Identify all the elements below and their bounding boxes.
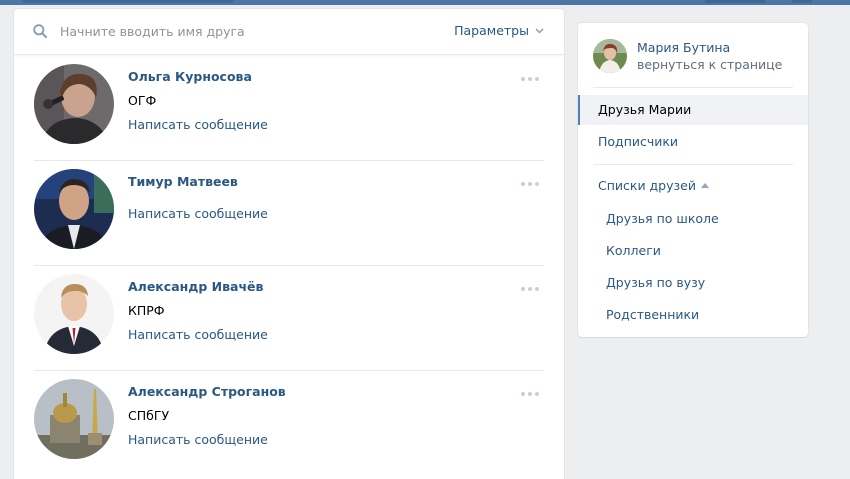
friend-row: Александр Ивачёв КПРФ Написать сообщение [34,266,544,371]
friend-row: Ольга Курносова ОГФ Написать сообщение [34,56,544,161]
friend-list-colleagues[interactable]: Коллеги [578,237,808,265]
friend-row: Тимур Матвеев Написать сообщение [34,161,544,266]
search-icon [33,24,47,38]
friends-search-bar: Параметры [14,9,564,55]
more-dots-icon[interactable] [520,286,540,292]
sidebar-item-subscribers[interactable]: Подписчики [578,127,808,157]
friend-avatar[interactable] [34,379,114,459]
owner-name[interactable]: Мария Бутина [637,40,730,55]
friend-row: Александр Строганов СПбГУ Написать сообщ… [34,371,544,475]
friend-name[interactable]: Александр Ивачёв [128,279,263,294]
chevron-down-icon [535,28,544,33]
sidebar-item-friends[interactable]: Друзья Марии [578,95,808,125]
back-to-page-link[interactable]: вернуться к странице [637,57,782,72]
friend-name[interactable]: Тимур Матвеев [128,174,238,189]
friend-avatar[interactable] [34,169,114,249]
friend-name[interactable]: Ольга Курносова [128,69,252,84]
search-input[interactable] [60,21,420,41]
friend-list-relatives[interactable]: Родственники [578,301,808,329]
write-message-link[interactable]: Написать сообщение [128,206,268,221]
write-message-link[interactable]: Написать сообщение [128,117,268,132]
more-dots-icon[interactable] [520,181,540,187]
friend-lists-toggle[interactable]: Списки друзей [598,178,709,193]
params-label: Параметры [454,23,529,38]
friend-name[interactable]: Александр Строганов [128,384,286,399]
write-message-link[interactable]: Написать сообщение [128,432,268,447]
friend-subtitle: ОГФ [128,93,157,108]
header-search-field[interactable] [22,0,234,3]
header-menu-item[interactable] [705,0,765,3]
divider [593,164,793,165]
friend-avatar[interactable] [34,64,114,144]
friend-subtitle: СПбГУ [128,408,170,423]
friend-subtitle: КПРФ [128,303,165,318]
header-menu-toggle[interactable] [792,0,812,3]
friend-list-school[interactable]: Друзья по школе [578,205,808,233]
friend-avatar[interactable] [34,274,114,354]
params-dropdown[interactable]: Параметры [454,23,544,38]
owner-avatar[interactable] [593,39,627,73]
friend-lists-label: Списки друзей [598,178,696,193]
caret-up-icon [700,183,709,188]
friend-list-university[interactable]: Друзья по вузу [578,269,808,297]
friends-list-panel: Параметры Ольга Курносова ОГФ Написать с… [14,9,564,479]
more-dots-icon[interactable] [520,76,540,82]
write-message-link[interactable]: Написать сообщение [128,327,268,342]
top-navigation-bar [0,0,850,5]
more-dots-icon[interactable] [520,391,540,397]
divider [593,87,793,88]
friends-sidebar: Мария Бутина вернуться к странице Друзья… [578,23,808,337]
